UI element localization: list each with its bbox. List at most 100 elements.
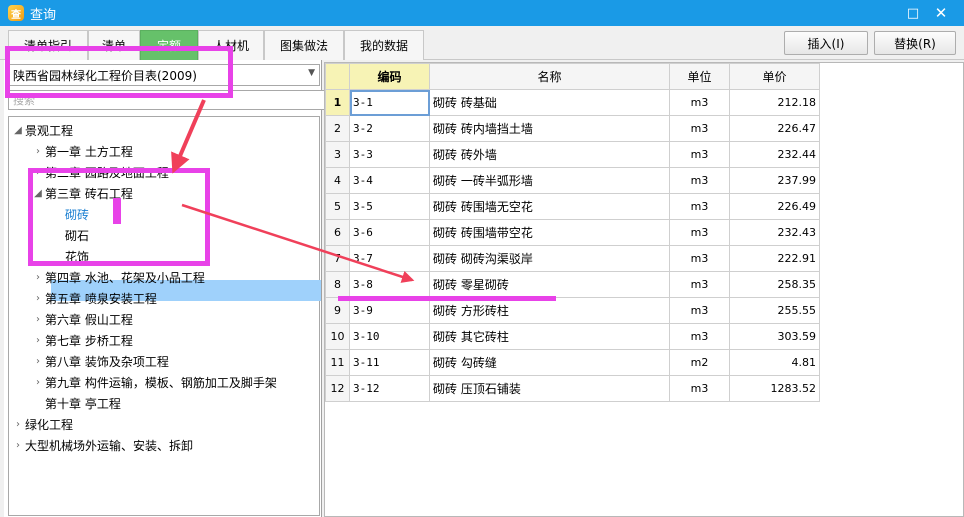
collapsed-arrow-icon[interactable]: › [31, 146, 45, 157]
table-row[interactable]: 10 3-10 砌砖 其它砖柱 m3 303.59 [325, 323, 820, 350]
column-header-price[interactable]: 单价 [729, 63, 820, 90]
cell-name[interactable]: 砌砖 砖基础 [429, 89, 670, 116]
cell-price[interactable]: 237.99 [729, 167, 820, 194]
cell-code[interactable]: 3-12 [349, 375, 430, 402]
library-select[interactable]: 陕西省园林绿化工程价目表(2009) ▼ [8, 64, 320, 86]
tab-list-guide[interactable]: 清单指引 [8, 30, 88, 60]
cell-unit[interactable]: m3 [669, 193, 730, 220]
tree-node-ch9[interactable]: › 第九章 构件运输，模板、钢筋加工及脚手架 [31, 372, 277, 393]
cell-unit[interactable]: m3 [669, 323, 730, 350]
cell-price[interactable]: 303.59 [729, 323, 820, 350]
tab-quota[interactable]: 定额 [140, 30, 198, 60]
insert-button[interactable]: 插入(I) [784, 31, 868, 55]
cell-code[interactable]: 3-5 [349, 193, 430, 220]
collapsed-arrow-icon[interactable]: › [31, 335, 45, 346]
cell-price[interactable]: 1283.52 [729, 375, 820, 402]
maximize-icon[interactable]: □ [902, 3, 924, 23]
cell-code[interactable]: 3-2 [349, 115, 430, 142]
cell-name[interactable]: 砌砖 方形砖柱 [429, 297, 670, 324]
cell-price[interactable]: 255.55 [729, 297, 820, 324]
cell-unit[interactable]: m3 [669, 375, 730, 402]
tree-node-ch8[interactable]: › 第八章 装饰及杂项工程 [31, 351, 169, 372]
cell-name[interactable]: 砌砖 砖围墙带空花 [429, 219, 670, 246]
table-row[interactable]: 11 3-11 砌砖 勾砖缝 m2 4.81 [325, 349, 820, 376]
tree-node-ch5[interactable]: › 第五章 喷泉安装工程 [31, 288, 157, 309]
table-row[interactable]: 6 3-6 砌砖 砖围墙带空花 m3 232.43 [325, 219, 820, 246]
collapsed-arrow-icon[interactable]: › [11, 440, 25, 451]
table-row[interactable]: 2 3-2 砌砖 砖内墙挡土墙 m3 226.47 [325, 115, 820, 142]
cell-name[interactable]: 砌砖 其它砖柱 [429, 323, 670, 350]
cell-unit[interactable]: m2 [669, 349, 730, 376]
tree-node-ch4[interactable]: › 第四章 水池、花架及小品工程 [31, 267, 205, 288]
search-input[interactable] [8, 90, 326, 110]
tree-node-landscape[interactable]: ◢ 景观工程 [11, 120, 73, 141]
tree-node-ch10[interactable]: 第十章 亭工程 [45, 393, 121, 414]
cell-price[interactable]: 226.47 [729, 115, 820, 142]
cell-unit[interactable]: m3 [669, 297, 730, 324]
cell-code[interactable]: 3-3 [349, 141, 430, 168]
tree-node-ch2[interactable]: › 第二章 园路及地面工程 [31, 162, 169, 183]
table-row[interactable]: 12 3-12 砌砖 压顶石铺装 m3 1283.52 [325, 375, 820, 402]
cell-price[interactable]: 232.43 [729, 219, 820, 246]
close-icon[interactable]: ✕ [930, 3, 952, 23]
replace-button[interactable]: 替换(R) [874, 31, 956, 55]
cell-price[interactable]: 212.18 [729, 89, 820, 116]
collapsed-arrow-icon[interactable]: › [31, 356, 45, 367]
cell-code[interactable]: 3-7 [349, 245, 430, 272]
collapsed-arrow-icon[interactable]: › [31, 377, 45, 388]
tree-node-ch3[interactable]: ◢ 第三章 砖石工程 [31, 183, 133, 204]
cell-name[interactable]: 砌砖 砌砖沟渠驳岸 [429, 245, 670, 272]
cell-code[interactable]: 3-11 [349, 349, 430, 376]
tree-node-ch1[interactable]: › 第一章 土方工程 [31, 141, 133, 162]
cell-code[interactable]: 3-10 [349, 323, 430, 350]
table-row[interactable]: 3 3-3 砌砖 砖外墙 m3 232.44 [325, 141, 820, 168]
cell-code[interactable]: 3-8 [349, 271, 430, 298]
cell-unit[interactable]: m3 [669, 89, 730, 116]
table-row[interactable]: 9 3-9 砌砖 方形砖柱 m3 255.55 [325, 297, 820, 324]
collapsed-arrow-icon[interactable]: › [31, 167, 45, 178]
expanded-arrow-icon[interactable]: ◢ [31, 188, 45, 199]
cell-price[interactable]: 226.49 [729, 193, 820, 220]
tree-node-ch7[interactable]: › 第七章 步桥工程 [31, 330, 133, 351]
cell-name[interactable]: 砌砖 砖内墙挡土墙 [429, 115, 670, 142]
cell-unit[interactable]: m3 [669, 115, 730, 142]
cell-name[interactable]: 砌砖 压顶石铺装 [429, 375, 670, 402]
tab-list[interactable]: 清单 [88, 30, 140, 60]
cell-name[interactable]: 砌砖 砖外墙 [429, 141, 670, 168]
column-header-code[interactable]: 编码 [349, 63, 430, 90]
expanded-arrow-icon[interactable]: ◢ [11, 125, 25, 136]
cell-code[interactable]: 3-4 [349, 167, 430, 194]
cell-unit[interactable]: m3 [669, 219, 730, 246]
tree-node-ch3-masonry-stone[interactable]: 砌石 [65, 225, 89, 246]
column-header-unit[interactable]: 单位 [669, 63, 730, 90]
cell-price[interactable]: 222.91 [729, 245, 820, 272]
tab-labor-materials[interactable]: 人材机 [198, 30, 264, 60]
table-row[interactable]: 1 3-1 砌砖 砖基础 m3 212.18 [325, 89, 820, 116]
tree-node-machinery[interactable]: › 大型机械场外运输、安装、拆卸 [11, 435, 193, 456]
cell-name[interactable]: 砌砖 砖围墙无空花 [429, 193, 670, 220]
cell-price[interactable]: 4.81 [729, 349, 820, 376]
cell-unit[interactable]: m3 [669, 167, 730, 194]
cell-code[interactable]: 3-1 [349, 89, 430, 116]
chevron-down-icon[interactable]: ▼ [308, 68, 315, 78]
table-row[interactable]: 8 3-8 砌砖 零星砌砖 m3 258.35 [325, 271, 820, 298]
tree-node-ch3-ornament[interactable]: 花饰 [65, 246, 89, 267]
tree-node-ch6[interactable]: › 第六章 假山工程 [31, 309, 133, 330]
cell-name[interactable]: 砌砖 零星砌砖 [429, 271, 670, 298]
cell-price[interactable]: 258.35 [729, 271, 820, 298]
tree-node-greening[interactable]: › 绿化工程 [11, 414, 73, 435]
collapsed-arrow-icon[interactable]: › [31, 314, 45, 325]
cell-code[interactable]: 3-6 [349, 219, 430, 246]
cell-name[interactable]: 砌砖 勾砖缝 [429, 349, 670, 376]
column-header-name[interactable]: 名称 [429, 63, 670, 90]
collapsed-arrow-icon[interactable]: › [31, 293, 45, 304]
tab-my-data[interactable]: 我的数据 [344, 30, 424, 60]
table-row[interactable]: 5 3-5 砌砖 砖围墙无空花 m3 226.49 [325, 193, 820, 220]
table-row[interactable]: 4 3-4 砌砖 一砖半弧形墙 m3 237.99 [325, 167, 820, 194]
collapsed-arrow-icon[interactable]: › [11, 419, 25, 430]
cell-name[interactable]: 砌砖 一砖半弧形墙 [429, 167, 670, 194]
cell-price[interactable]: 232.44 [729, 141, 820, 168]
cell-unit[interactable]: m3 [669, 245, 730, 272]
cell-unit[interactable]: m3 [669, 271, 730, 298]
tab-atlas-methods[interactable]: 图集做法 [264, 30, 344, 60]
